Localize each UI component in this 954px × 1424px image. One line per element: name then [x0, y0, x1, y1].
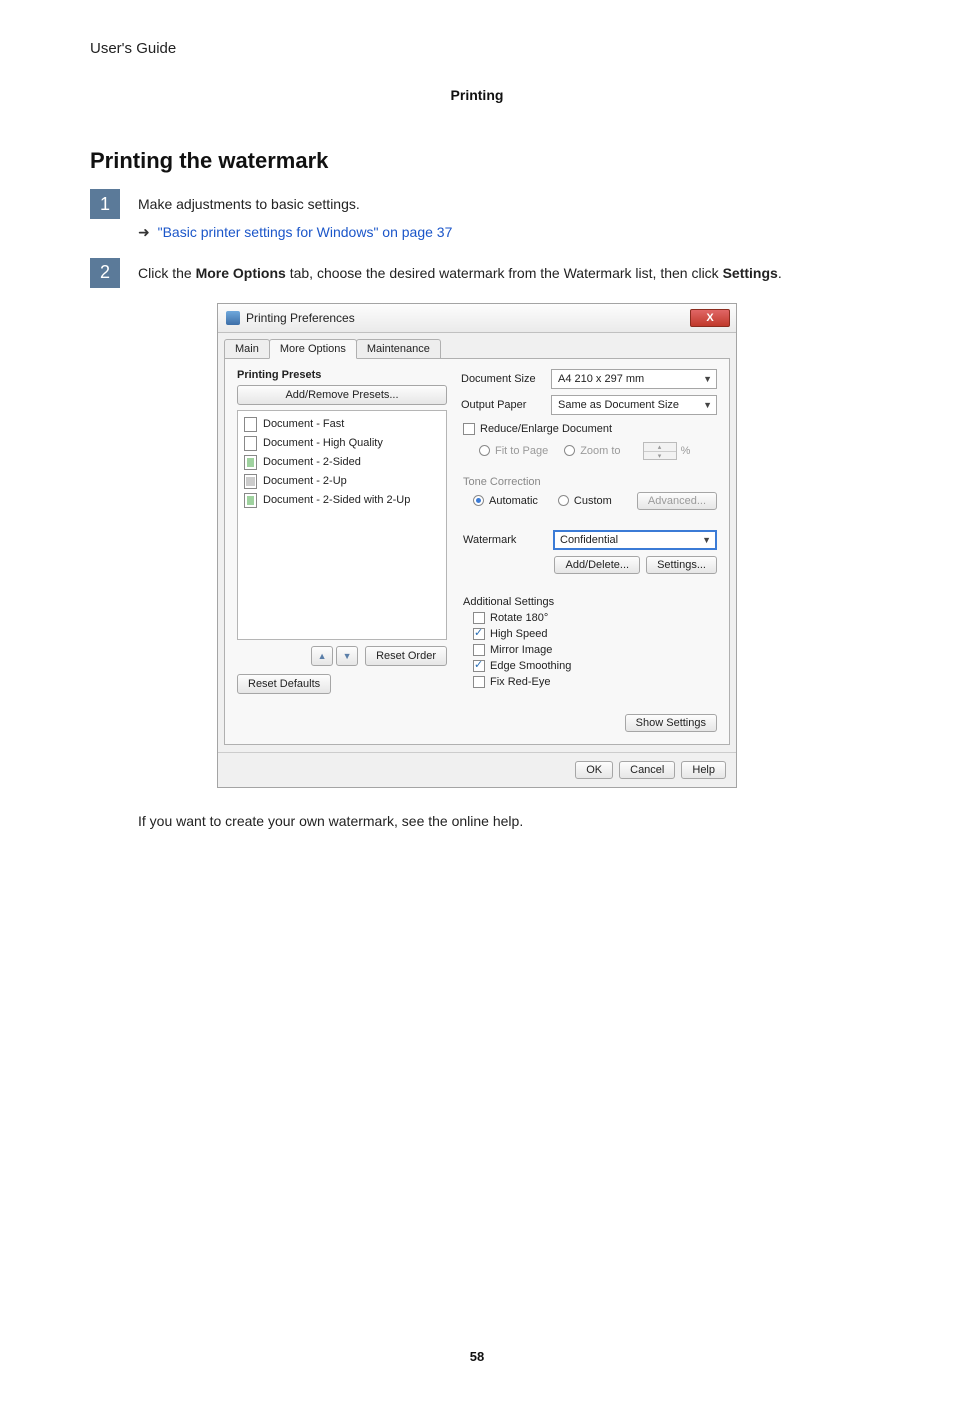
cross-ref-link[interactable]: "Basic printer settings for Windows" on …	[158, 224, 453, 240]
move-down-button[interactable]	[336, 646, 358, 666]
zoom-spinner[interactable]: ▴▾	[643, 442, 677, 460]
chevron-down-icon: ▼	[703, 374, 712, 384]
preset-list[interactable]: Document - Fast Document - High Quality …	[237, 410, 447, 640]
ok-button[interactable]: OK	[575, 761, 613, 779]
show-settings-button[interactable]: Show Settings	[625, 714, 717, 732]
preset-item[interactable]: Document - 2-Sided with 2-Up	[238, 491, 446, 510]
tab-maintenance[interactable]: Maintenance	[356, 339, 441, 359]
preset-item[interactable]: Document - 2-Up	[238, 472, 446, 491]
chevron-down-icon: ▼	[703, 400, 712, 410]
reset-order-button[interactable]: Reset Order	[365, 646, 447, 666]
tone-correction-heading: Tone Correction	[463, 476, 717, 488]
advanced-button[interactable]: Advanced...	[637, 492, 717, 510]
watermark-select[interactable]: Confidential▼	[553, 530, 717, 550]
output-paper-label: Output Paper	[461, 399, 551, 411]
output-paper-select[interactable]: Same as Document Size▼	[551, 395, 717, 415]
cancel-button[interactable]: Cancel	[619, 761, 675, 779]
mirror-image-checkbox[interactable]: Mirror Image	[473, 644, 717, 656]
step-2-text: Click the More Options tab, choose the d…	[138, 258, 864, 284]
doc-2up-icon	[244, 474, 257, 489]
add-delete-button[interactable]: Add/Delete...	[554, 556, 640, 574]
custom-radio[interactable]: Custom	[558, 495, 612, 507]
document-size-label: Document Size	[461, 373, 551, 385]
close-button[interactable]: X	[690, 309, 730, 327]
high-speed-checkbox[interactable]: High Speed	[473, 628, 717, 640]
presets-heading: Printing Presets	[237, 369, 447, 381]
page-title: Printing the watermark	[90, 148, 864, 174]
preset-item[interactable]: Document - Fast	[238, 415, 446, 434]
printing-preferences-dialog: Printing Preferences X Main More Options…	[217, 303, 737, 788]
section-name: Printing	[90, 87, 864, 103]
doc-2sided-2up-icon	[244, 493, 257, 508]
help-button[interactable]: Help	[681, 761, 726, 779]
doc-icon	[244, 417, 257, 432]
watermark-settings-button[interactable]: Settings...	[646, 556, 717, 574]
doc-2sided-icon	[244, 455, 257, 470]
step-2-badge: 2	[90, 258, 120, 288]
zoom-to-radio[interactable]: Zoom to	[564, 445, 620, 457]
doc-icon	[244, 436, 257, 451]
additional-settings-heading: Additional Settings	[463, 596, 717, 608]
automatic-radio[interactable]: Automatic	[473, 495, 538, 507]
chevron-down-icon: ▼	[702, 535, 711, 545]
page-number: 58	[90, 1349, 864, 1364]
add-remove-presets-button[interactable]: Add/Remove Presets...	[237, 385, 447, 405]
arrow-icon: ➜	[138, 224, 150, 240]
tab-main[interactable]: Main	[224, 339, 270, 359]
step-1-text: Make adjustments to basic settings.	[138, 193, 864, 215]
app-icon	[226, 311, 240, 325]
step-1-badge: 1	[90, 189, 120, 219]
move-up-button[interactable]	[311, 646, 333, 666]
reset-defaults-button[interactable]: Reset Defaults	[237, 674, 331, 694]
preset-item[interactable]: Document - 2-Sided	[238, 453, 446, 472]
tab-more-options[interactable]: More Options	[269, 339, 357, 359]
fix-red-eye-checkbox[interactable]: Fix Red-Eye	[473, 676, 717, 688]
footer-note: If you want to create your own watermark…	[138, 813, 864, 829]
preset-item[interactable]: Document - High Quality	[238, 434, 446, 453]
reduce-enlarge-checkbox[interactable]: Reduce/Enlarge Document	[463, 423, 612, 435]
fit-to-page-radio[interactable]: Fit to Page	[479, 445, 548, 457]
dialog-title: Printing Preferences	[246, 311, 355, 325]
document-size-select[interactable]: A4 210 x 297 mm▼	[551, 369, 717, 389]
guide-title: User's Guide	[90, 40, 864, 57]
edge-smoothing-checkbox[interactable]: Edge Smoothing	[473, 660, 717, 672]
watermark-label: Watermark	[463, 534, 553, 546]
rotate-180-checkbox[interactable]: Rotate 180°	[473, 612, 717, 624]
percent-label: %	[681, 445, 691, 457]
